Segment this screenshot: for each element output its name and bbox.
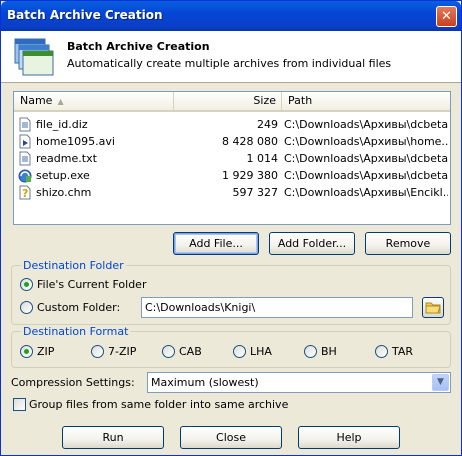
column-header-name[interactable]: Name ▲ bbox=[14, 92, 174, 110]
batch-archive-window: Batch Archive Creation ✕ Batch Archive C… bbox=[0, 0, 462, 456]
file-name: setup.exe bbox=[36, 169, 90, 182]
file-size: 597 327 bbox=[232, 186, 279, 199]
column-header-path[interactable]: Path bbox=[282, 92, 450, 110]
list-item[interactable]: home1095.avi 8 428 080 C:\Downloads\Архи… bbox=[14, 133, 450, 150]
svg-text:?: ? bbox=[22, 187, 28, 200]
format-label-lha[interactable]: LHA bbox=[250, 345, 272, 358]
file-path: C:\Downloads\Архивы\dcbeta\ bbox=[284, 152, 448, 165]
help-button[interactable]: Help bbox=[298, 426, 400, 449]
header-banner: Batch Archive Creation Automatically cre… bbox=[1, 31, 461, 83]
compression-settings-select[interactable]: Maximum (slowest) ▼ bbox=[147, 372, 451, 393]
format-radio-zip[interactable] bbox=[20, 345, 33, 358]
destination-format-legend: Destination Format bbox=[21, 325, 131, 338]
format-label-cab[interactable]: CAB bbox=[179, 345, 202, 358]
list-header: Name ▲ Size Path bbox=[14, 92, 450, 112]
setup-file-icon bbox=[18, 169, 32, 183]
file-name: readme.txt bbox=[36, 152, 97, 165]
list-item[interactable]: readme.txt 1 014 C:\Downloads\Архивы\dcb… bbox=[14, 150, 450, 167]
file-name: home1095.avi bbox=[36, 135, 115, 148]
format-label-7zip[interactable]: 7-ZIP bbox=[108, 345, 136, 358]
list-item[interactable]: setup.exe 1 929 380 C:\Downloads\Архивы\… bbox=[14, 167, 450, 184]
format-label-zip[interactable]: ZIP bbox=[37, 345, 54, 358]
remove-button[interactable]: Remove bbox=[365, 232, 451, 255]
window-title: Batch Archive Creation bbox=[7, 8, 163, 22]
file-list[interactable]: Name ▲ Size Path file_id.diz 249 C:\Downl… bbox=[13, 91, 451, 225]
file-size: 1 929 380 bbox=[222, 169, 278, 182]
title-bar[interactable]: Batch Archive Creation ✕ bbox=[1, 1, 461, 31]
add-file-button[interactable]: Add File... bbox=[173, 232, 259, 255]
close-button[interactable]: Close bbox=[180, 426, 282, 449]
compression-selected-value: Maximum (slowest) bbox=[151, 376, 259, 389]
video-file-icon bbox=[19, 134, 31, 149]
list-item[interactable]: file_id.diz 249 C:\Downloads\Архивы\dcbe… bbox=[14, 116, 450, 133]
column-header-size[interactable]: Size bbox=[174, 92, 282, 110]
text-file-icon bbox=[19, 151, 31, 166]
current-folder-radio[interactable] bbox=[20, 278, 33, 291]
file-path: C:\Downloads\Архивы\Encikl... bbox=[284, 186, 448, 199]
close-window-button[interactable]: ✕ bbox=[436, 6, 457, 27]
header-subtitle: Automatically create multiple archives f… bbox=[67, 57, 392, 70]
file-name: file_id.diz bbox=[36, 118, 88, 131]
file-size: 249 bbox=[257, 118, 278, 131]
header-title: Batch Archive Creation bbox=[67, 40, 210, 53]
file-size: 8 428 080 bbox=[222, 135, 278, 148]
file-path: C:\Downloads\Архивы\dcbeta\ bbox=[284, 169, 448, 182]
compression-settings-label: Compression Settings: bbox=[11, 376, 135, 389]
current-folder-label[interactable]: File's Current Folder bbox=[37, 278, 146, 291]
file-name: shizo.chm bbox=[36, 186, 92, 199]
list-item[interactable]: ? shizo.chm 597 327 C:\Downloads\Архивы\… bbox=[14, 184, 450, 201]
run-button[interactable]: Run bbox=[62, 426, 164, 449]
custom-folder-input[interactable]: C:\Downloads\Knigi\ bbox=[141, 297, 413, 318]
add-folder-button[interactable]: Add Folder... bbox=[269, 232, 355, 255]
stacked-windows-icon bbox=[14, 38, 54, 76]
format-radio-cab[interactable] bbox=[162, 345, 175, 358]
format-radio-lha[interactable] bbox=[233, 345, 246, 358]
browse-folder-button[interactable] bbox=[422, 297, 444, 318]
folder-icon bbox=[425, 302, 441, 314]
text-file-icon bbox=[19, 117, 31, 132]
group-files-checkbox[interactable] bbox=[13, 398, 26, 411]
format-radio-7zip[interactable] bbox=[91, 345, 104, 358]
custom-folder-radio[interactable] bbox=[20, 301, 33, 314]
custom-folder-label[interactable]: Custom Folder: bbox=[37, 301, 120, 314]
group-files-label[interactable]: Group files from same folder into same a… bbox=[29, 398, 288, 411]
file-path: C:\Downloads\Архивы\home... bbox=[284, 135, 448, 148]
file-path: C:\Downloads\Архивы\dcbeta\ bbox=[284, 118, 448, 131]
format-label-tar[interactable]: TAR bbox=[392, 345, 413, 358]
chevron-down-icon[interactable]: ▼ bbox=[432, 374, 449, 391]
format-radio-tar[interactable] bbox=[375, 345, 388, 358]
format-label-bh[interactable]: BH bbox=[321, 345, 337, 358]
file-size: 1 014 bbox=[246, 152, 279, 165]
destination-folder-legend: Destination Folder bbox=[21, 259, 126, 272]
format-radio-bh[interactable] bbox=[304, 345, 317, 358]
sort-ascending-icon: ▲ bbox=[57, 97, 64, 106]
help-file-icon: ? bbox=[19, 185, 31, 200]
